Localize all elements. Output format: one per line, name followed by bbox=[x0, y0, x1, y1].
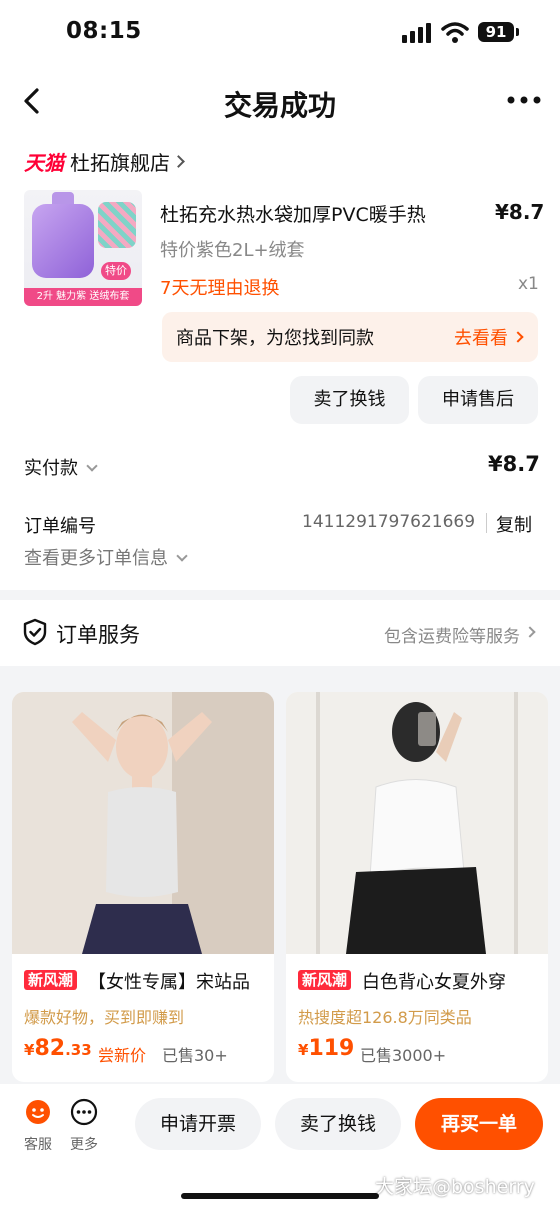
more-icon bbox=[70, 1098, 98, 1126]
copy-button[interactable]: 复制 bbox=[496, 511, 532, 537]
buy-again-button[interactable]: 再买一单 bbox=[415, 1098, 543, 1150]
new-trend-tag: 新风潮 bbox=[24, 970, 78, 990]
product-title[interactable]: 杜拓充水热水袋加厚PVC暖手热 bbox=[160, 200, 426, 227]
divider bbox=[486, 513, 487, 533]
customer-service-button[interactable]: 客服 bbox=[18, 1098, 58, 1154]
price-decimal: .33 bbox=[65, 1041, 92, 1059]
chevron-right-icon bbox=[524, 626, 536, 638]
price-note: 尝新价 bbox=[98, 1046, 147, 1065]
status-bar: 08:15 91 bbox=[0, 0, 560, 64]
chevron-down-icon bbox=[176, 550, 188, 562]
product-thumbnail[interactable]: 特价 2升 魅力紫 送绒布套 bbox=[24, 190, 142, 306]
recommendation-price: ¥82.33 bbox=[24, 1036, 92, 1061]
shop-header[interactable]: 天猫 杜拓旗舰店 bbox=[24, 146, 185, 176]
customer-service-label: 客服 bbox=[24, 1137, 52, 1153]
battery-icon: 91 bbox=[478, 22, 519, 42]
nav-bar: 交易成功 bbox=[0, 64, 560, 140]
invoice-button[interactable]: 申请开票 bbox=[135, 1098, 261, 1150]
shield-check-icon bbox=[23, 618, 47, 646]
page-title: 交易成功 bbox=[223, 89, 336, 122]
chevron-down-icon bbox=[86, 460, 98, 472]
product-price: ¥8.7 bbox=[495, 200, 545, 224]
more-options-icon[interactable] bbox=[506, 94, 542, 106]
notice-text: 商品下架，为您找到同款 bbox=[176, 328, 374, 349]
tmall-logo: 天猫 bbox=[24, 150, 64, 175]
fleece-cover-shape bbox=[98, 202, 136, 248]
thumb-tag: 特价 bbox=[101, 262, 131, 280]
notice-go-link[interactable]: 去看看 bbox=[454, 324, 508, 350]
price-currency: ¥ bbox=[24, 1041, 35, 1059]
wifi-icon bbox=[441, 22, 469, 43]
product-quantity: x1 bbox=[518, 274, 539, 294]
recommendation-price: ¥119 bbox=[298, 1036, 354, 1061]
hot-water-bag-shape bbox=[32, 204, 94, 278]
product-image bbox=[286, 692, 548, 954]
paid-value: ¥8.7 bbox=[488, 452, 540, 476]
chevron-right-icon bbox=[172, 154, 185, 168]
sell-button[interactable]: 卖了换钱 bbox=[275, 1098, 401, 1150]
paid-label: 实付款 bbox=[24, 458, 78, 479]
sold-count: 已售30+ bbox=[162, 1046, 228, 1065]
recommendation-title: 【女性专属】宋站品 bbox=[88, 972, 250, 993]
recommendation-subtitle: 热搜度超126.8万同类品 bbox=[298, 1008, 472, 1027]
product-image bbox=[12, 692, 274, 954]
recommendation-card[interactable]: 新风潮 白色背心女夏外穿 热搜度超126.8万同类品 ¥119 已售3000+ bbox=[286, 692, 548, 1082]
sell-button[interactable]: 卖了换钱 bbox=[290, 376, 409, 424]
product-sku: 特价紫色2L+绒套 bbox=[160, 240, 305, 261]
watermark: 大家坛@bosherry bbox=[375, 1176, 535, 1198]
sold-count: 已售3000+ bbox=[360, 1046, 447, 1065]
order-card: 天猫 杜拓旗舰店 特价 2升 魅力紫 送绒布套 杜拓充水热水袋加厚PVC暖手热 … bbox=[0, 140, 560, 590]
thumb-strip: 2升 魅力紫 送绒布套 bbox=[24, 288, 142, 306]
more-label: 更多 bbox=[70, 1137, 98, 1153]
more-order-info-label: 查看更多订单信息 bbox=[24, 548, 168, 569]
price-integer: 82 bbox=[34, 1036, 66, 1061]
signal-icon bbox=[402, 23, 431, 43]
return-policy: 7天无理由退换 bbox=[160, 278, 280, 299]
order-detail-page: 08:15 91 交易成功 天猫 杜拓旗舰店 特价 2升 魅力紫 送绒布套 杜拓… bbox=[0, 0, 560, 1211]
order-service-label: 订单服务 bbox=[56, 623, 140, 647]
after-sale-button[interactable]: 申请售后 bbox=[418, 376, 538, 424]
order-number-label: 订单编号 bbox=[24, 516, 96, 537]
chevron-right-icon bbox=[512, 331, 524, 343]
more-order-info[interactable]: 查看更多订单信息 bbox=[24, 544, 188, 570]
order-number: 1411291797621669 bbox=[302, 512, 476, 532]
customer-service-icon bbox=[26, 1100, 50, 1124]
price-integer: 119 bbox=[308, 1036, 355, 1061]
status-time: 08:15 bbox=[66, 18, 142, 44]
paid-amount-row[interactable]: 实付款 bbox=[24, 454, 98, 480]
shop-name: 杜拓旗舰店 bbox=[70, 150, 170, 175]
order-service-row[interactable]: 订单服务 包含运费险等服务 bbox=[0, 600, 560, 666]
similar-item-notice[interactable]: 商品下架，为您找到同款 去看看 bbox=[162, 312, 538, 362]
new-trend-tag: 新风潮 bbox=[298, 970, 352, 990]
price-currency: ¥ bbox=[298, 1041, 309, 1059]
recommendation-subtitle: 爆款好物，买到即赚到 bbox=[24, 1008, 185, 1027]
service-link[interactable]: 包含运费险等服务 bbox=[384, 622, 520, 647]
recommendation-title: 白色背心女夏外穿 bbox=[362, 972, 506, 993]
more-button[interactable]: 更多 bbox=[64, 1098, 104, 1154]
recommendation-card[interactable]: 新风潮 【女性专属】宋站品 爆款好物，买到即赚到 ¥82.33 尝新价 已售30… bbox=[12, 692, 274, 1082]
home-indicator[interactable] bbox=[181, 1193, 379, 1199]
